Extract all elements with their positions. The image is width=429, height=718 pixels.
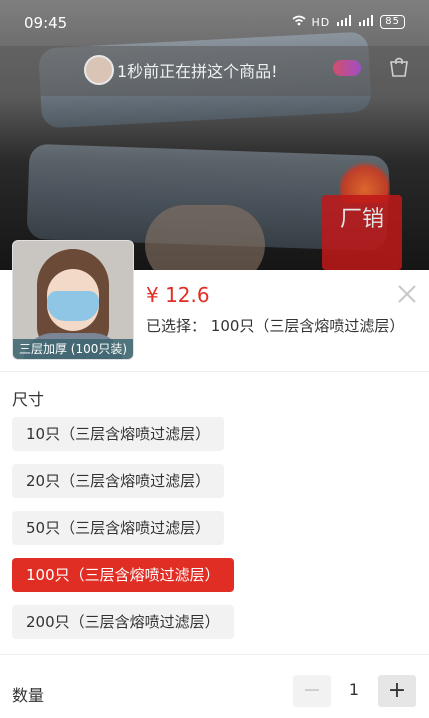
status-bar: 09:45 HD 85 (0, 0, 429, 46)
size-option-10[interactable]: 10只（三层含熔喷过滤层） (12, 417, 225, 451)
wifi-icon (292, 15, 306, 29)
divider (0, 654, 429, 655)
thumbnail-mask (47, 291, 99, 321)
size-section-title: 尺寸 (12, 390, 45, 409)
price: ¥ 12.6 (146, 283, 210, 307)
battery-icon: 85 (380, 15, 405, 29)
promo-badge: 厂销 (322, 195, 402, 270)
size-option-20[interactable]: 20只（三层含熔喷过滤层） (12, 464, 225, 498)
quantity-decrease-button[interactable]: − (293, 675, 331, 707)
size-option-50[interactable]: 50只（三层含熔喷过滤层） (12, 511, 225, 545)
close-icon[interactable] (396, 283, 418, 305)
status-icons: HD 85 (292, 15, 405, 29)
selected-label: 已选择： (146, 317, 207, 335)
quantity-value[interactable]: 1 (340, 680, 368, 699)
notice-text: 1秒前正在拼这个商品! (117, 62, 278, 81)
cart-icon[interactable] (388, 56, 410, 78)
quantity-label: 数量 (12, 686, 45, 705)
group-buy-notice: 1秒前正在拼这个商品! (0, 46, 429, 96)
hand-image (145, 205, 265, 270)
size-option-100[interactable]: 100只（三层含熔喷过滤层） (12, 558, 234, 592)
selected-summary: 已选择： 100只（三层含熔喷过滤层） (146, 315, 404, 336)
avatar (84, 55, 114, 85)
selected-value: 100只（三层含熔喷过滤层） (210, 317, 405, 335)
quantity-increase-button[interactable]: + (378, 675, 416, 707)
status-time: 09:45 (24, 14, 68, 32)
divider (0, 371, 429, 372)
hd-label: HD (311, 15, 331, 29)
thumbnail-caption: 三层加厚 (100只装) (13, 339, 133, 359)
signal-icon (358, 15, 374, 29)
brand-dots-icon (333, 60, 361, 76)
size-option-200[interactable]: 200只（三层含熔喷过滤层） (12, 605, 234, 639)
signal-icon (336, 15, 352, 29)
product-thumbnail[interactable]: 三层加厚 (100只装) (12, 240, 134, 360)
